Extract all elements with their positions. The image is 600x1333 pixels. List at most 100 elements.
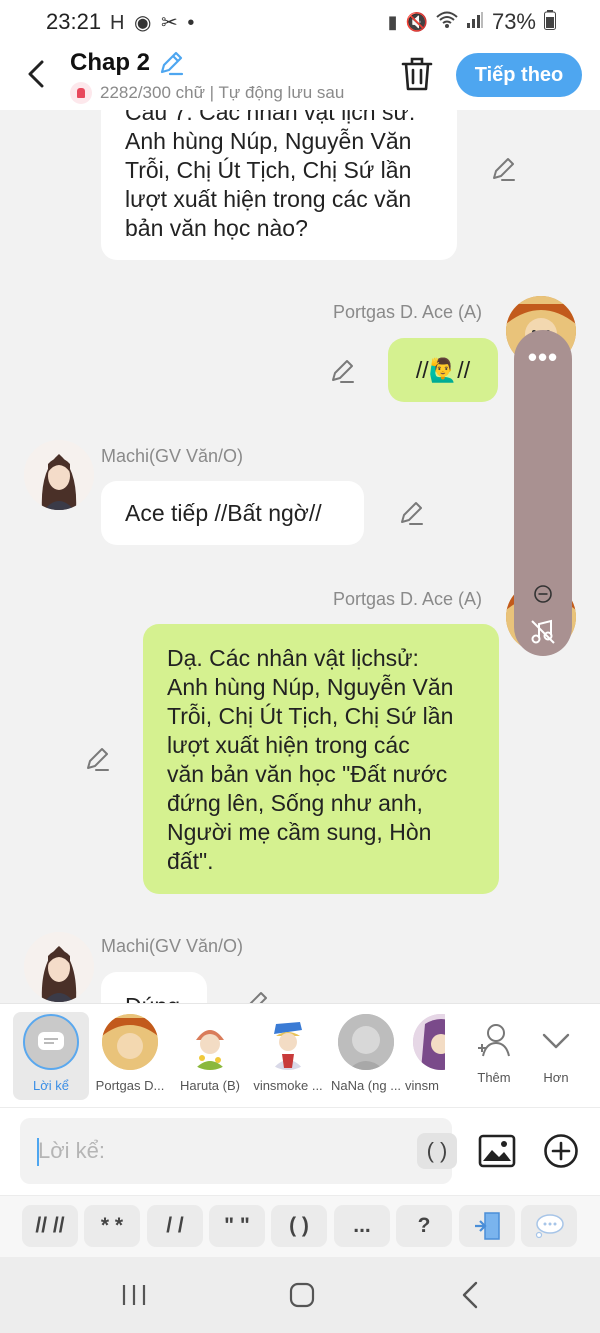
message-text: Đúng... xyxy=(125,993,199,1003)
page-title: Chap 2 xyxy=(70,49,151,76)
character-label: NaNa (ng ... xyxy=(330,1078,402,1093)
shortcut-bar: // // * * / / " " ( ) ... ? xyxy=(0,1195,600,1257)
character-avatar xyxy=(413,1014,445,1070)
message-bubble[interactable]: //🙋‍♂️// xyxy=(388,338,498,402)
shortcut-exit[interactable] xyxy=(459,1205,515,1247)
add-button[interactable] xyxy=(543,1133,579,1169)
battery-percent: 73% xyxy=(491,9,536,34)
message-input[interactable]: Lời kể: ( ) xyxy=(20,1118,457,1184)
avatar[interactable] xyxy=(24,440,94,510)
message-line: đất". xyxy=(167,848,214,874)
shortcut-quotes[interactable]: " " xyxy=(209,1205,265,1247)
subtitle-group: 2282/300 chữ | Tự động lưu sau xyxy=(70,82,375,104)
message-bubble[interactable]: Ace tiếp //Bất ngờ// xyxy=(101,481,364,545)
back-button[interactable] xyxy=(18,54,54,94)
image-icon xyxy=(478,1134,516,1168)
shortcut-ellipsis[interactable]: ... xyxy=(334,1205,390,1247)
message-line: Câu 7: Các nhân vật lịch sử: xyxy=(125,110,416,125)
character-selector: Lời kể Portgas D... Haruta (B) vinsmoke … xyxy=(0,1003,600,1107)
message-bubble[interactable]: Câu 7: Các nhân vật lịch sử: Anh hùng Nú… xyxy=(101,110,457,260)
edit-message-icon[interactable] xyxy=(84,746,110,772)
signal-icon xyxy=(466,11,484,34)
message-bubble[interactable]: Đúng... xyxy=(101,972,207,1003)
shortcut-slash[interactable]: / / xyxy=(147,1205,203,1247)
character-avatar xyxy=(182,1014,238,1070)
edit-message-icon[interactable] xyxy=(490,156,516,182)
sender-name: Portgas D. Ace (A) xyxy=(333,302,483,322)
more-characters-button[interactable]: Hơn xyxy=(517,1012,595,1100)
message-text: Ace tiếp //Bất ngờ// xyxy=(125,499,322,526)
character-label: vinsm xyxy=(405,1078,439,1093)
edit-message-icon[interactable] xyxy=(398,500,424,526)
character-label: Portgas D... xyxy=(95,1078,165,1093)
character-item[interactable]: vinsm xyxy=(405,1012,445,1100)
edit-message-icon[interactable] xyxy=(243,990,269,1003)
shortcut-double-slash[interactable]: // // xyxy=(22,1205,78,1247)
character-label: Lời kể xyxy=(33,1078,69,1093)
floating-panel[interactable]: ••• xyxy=(514,330,572,656)
shortcut-thought[interactable] xyxy=(521,1205,577,1247)
character-narrator[interactable]: Lời kể xyxy=(13,1012,89,1100)
status-time: 23:21 xyxy=(46,9,102,34)
more-icon[interactable]: ••• xyxy=(514,342,572,373)
character-item[interactable]: NaNa (ng ... xyxy=(326,1012,406,1100)
home-button[interactable] xyxy=(282,1279,322,1311)
battery-icon xyxy=(544,9,556,35)
character-item[interactable]: Portgas D... xyxy=(90,1012,170,1100)
thought-bubble-icon xyxy=(535,1214,564,1239)
exit-door-icon xyxy=(475,1212,500,1240)
message-line: Người mẹ cầm sung, Hòn xyxy=(167,819,432,845)
character-avatar xyxy=(260,1014,316,1070)
app-header: Chap 2 2282/300 chữ | Tự động lưu sau Ti… xyxy=(0,44,600,110)
shortcut-question[interactable]: ? xyxy=(396,1205,452,1247)
message-line: Anh hùng Núp, Nguyễn Văn xyxy=(167,674,454,700)
message-line: lượt xuất hiện trong các xyxy=(167,732,410,758)
chat-bubble-icon xyxy=(38,1032,64,1050)
message-line: lượt xuất hiện trong các văn xyxy=(125,186,412,212)
message-line: Anh hùng Núp, Nguyễn Văn xyxy=(125,128,412,154)
chevron-down-icon xyxy=(536,1022,576,1062)
recent-apps-button[interactable] xyxy=(114,1279,154,1311)
minimize-icon[interactable] xyxy=(533,584,553,604)
sender-name: Machi(GV Văn/O) xyxy=(101,446,244,466)
chevron-left-icon xyxy=(462,1281,478,1309)
sender-name: Machi(GV Văn/O) xyxy=(101,936,244,956)
edit-message-icon[interactable] xyxy=(329,358,355,384)
sender-name: Portgas D. Ace (A) xyxy=(333,589,483,609)
message-line: Trỗi, Chị Út Tịch, Chị Sứ lần xyxy=(167,703,454,729)
message-bubble[interactable]: Dạ. Các nhân vật lịchsử: Anh hùng Núp, N… xyxy=(143,624,499,894)
chat-area[interactable]: Câu 7: Các nhân vật lịch sử: Anh hùng Nú… xyxy=(0,110,600,1003)
narrator-avatar xyxy=(23,1014,79,1070)
next-button[interactable]: Tiếp theo xyxy=(456,53,582,97)
bell-icon xyxy=(70,82,92,104)
shortcut-parens[interactable]: ( ) xyxy=(271,1205,327,1247)
system-back-button[interactable] xyxy=(450,1279,490,1311)
character-item[interactable]: Haruta (B) xyxy=(170,1012,250,1100)
message-text: //🙋‍♂️// xyxy=(415,356,471,383)
battery-saver-icon: ▮ xyxy=(387,11,398,32)
delete-button[interactable] xyxy=(400,56,434,92)
mute-icon: 🔇 xyxy=(405,11,428,32)
chevron-left-icon xyxy=(28,60,44,88)
composer: Lời kể: ( ) xyxy=(0,1107,600,1195)
edit-title-icon[interactable] xyxy=(158,50,184,76)
message-line: Trỗi, Chị Út Tịch, Chị Sứ lần xyxy=(125,157,412,183)
insert-image-button[interactable] xyxy=(478,1132,516,1170)
character-item[interactable]: vinsmoke ... xyxy=(248,1012,328,1100)
trash-icon xyxy=(401,57,433,91)
message-line: đứng lên, Sống như anh, xyxy=(167,790,423,816)
home-icon xyxy=(289,1282,315,1308)
status-bar: 23:21 H ◉ ✂ • ▮ 🔇 73% xyxy=(0,0,600,44)
add-person-icon xyxy=(474,1022,514,1062)
avatar[interactable] xyxy=(24,932,94,1002)
music-off-icon[interactable] xyxy=(529,618,557,646)
character-label: Hơn xyxy=(543,1070,569,1085)
plus-circle-icon xyxy=(544,1134,578,1168)
character-label: vinsmoke ... xyxy=(253,1078,323,1093)
message-line: Dạ. Các nhân vật lịchsử: xyxy=(167,645,419,671)
message-line: văn bản văn học "Đất nước xyxy=(167,761,448,787)
shortcut-asterisk[interactable]: * * xyxy=(84,1205,140,1247)
word-count-status: 2282/300 chữ | Tự động lưu sau xyxy=(100,83,345,102)
paren-insert-button[interactable]: ( ) xyxy=(417,1133,457,1169)
system-nav-bar xyxy=(0,1257,600,1333)
